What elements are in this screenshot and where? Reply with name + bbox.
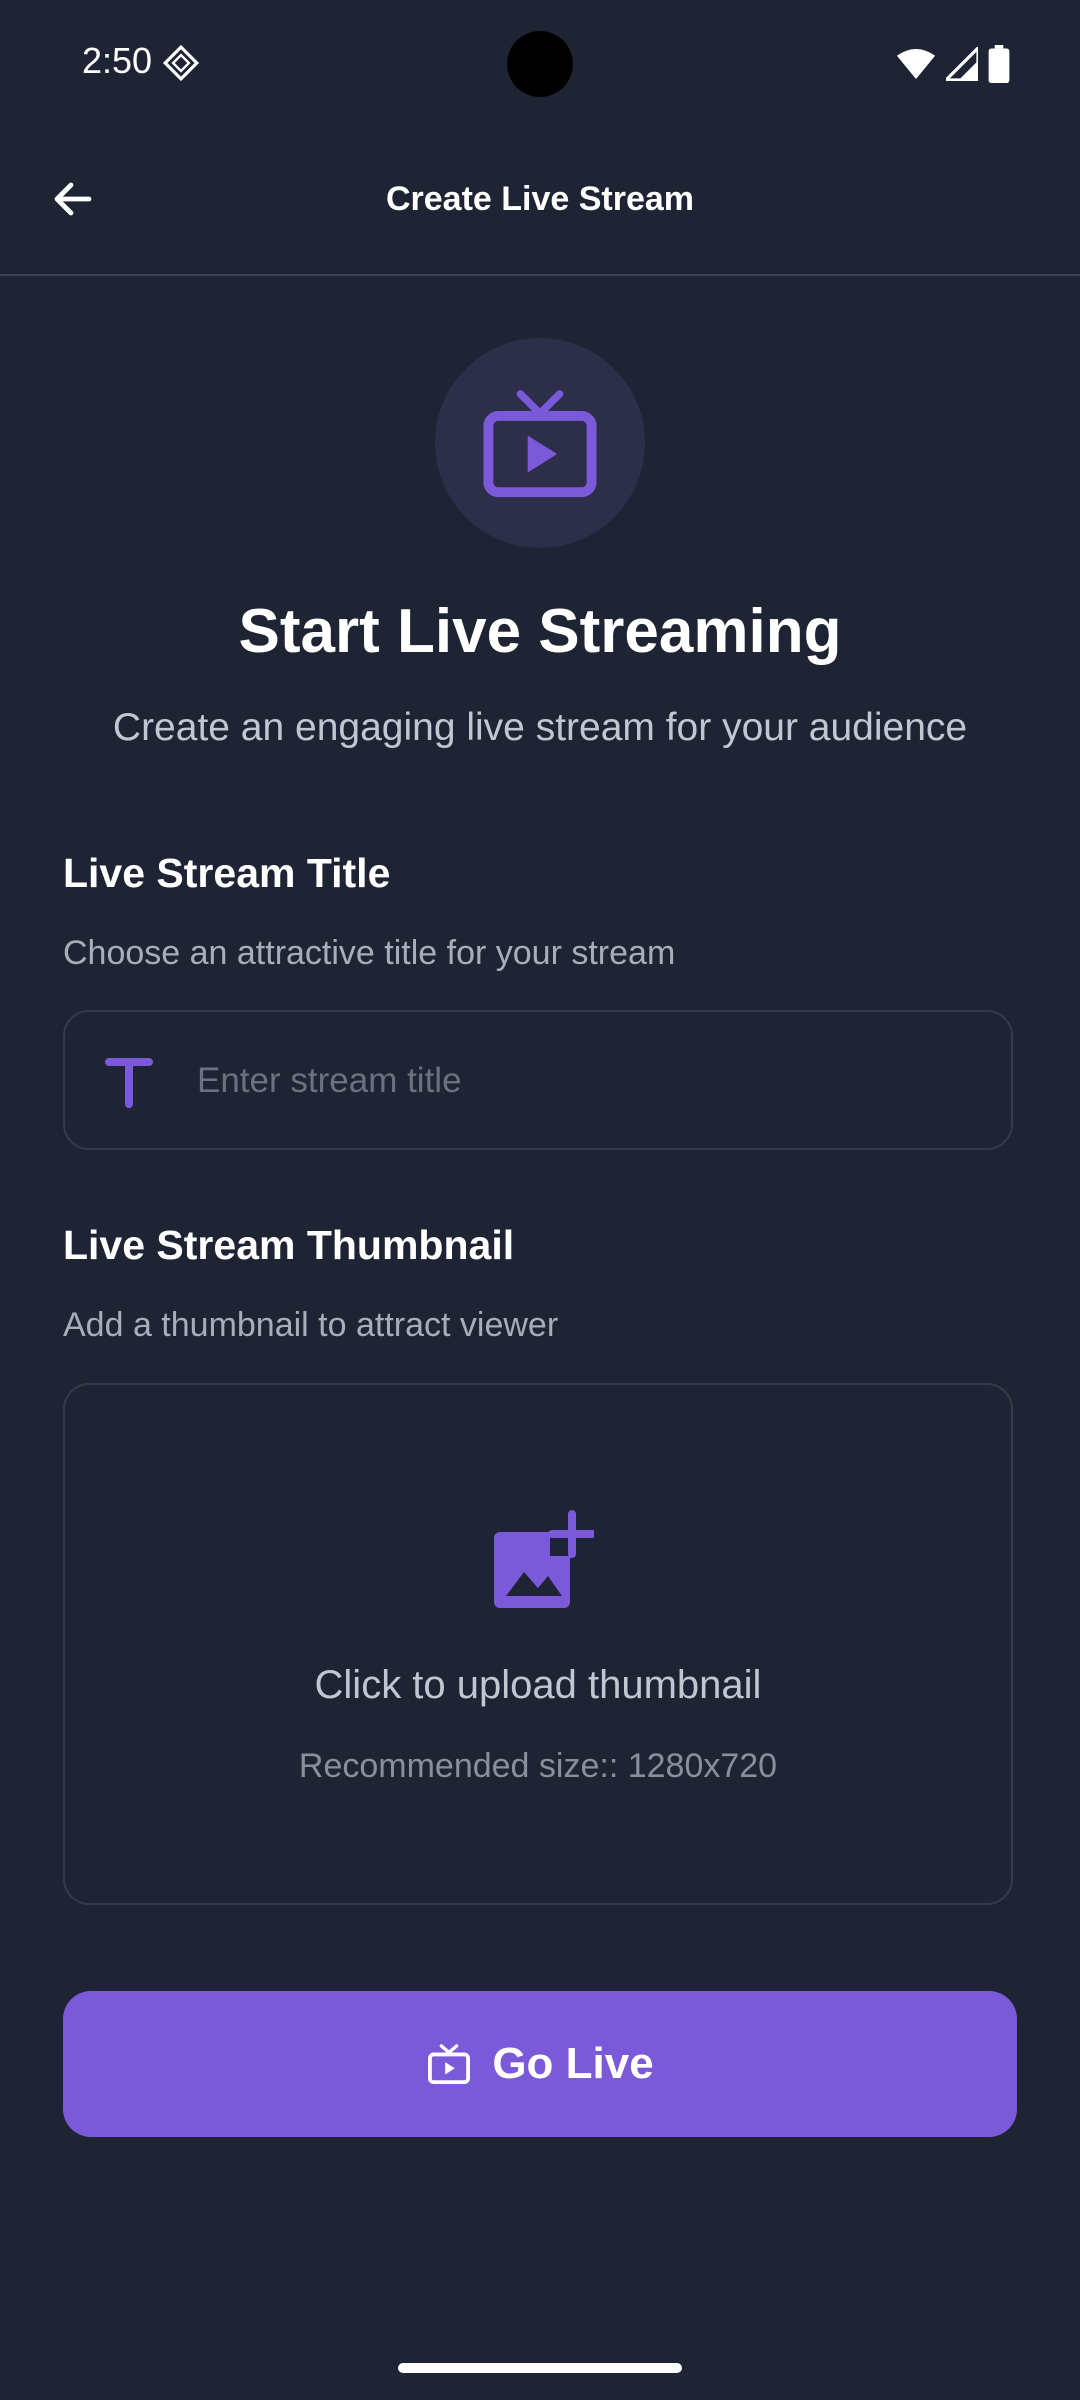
hero-title: Start Live Streaming [238, 597, 842, 666]
stream-title-input[interactable] [195, 1012, 979, 1150]
tv-play-icon [428, 2044, 471, 2085]
thumbnail-section-label: Live Stream Thumbnail [63, 1222, 515, 1268]
home-indicator[interactable] [398, 2363, 682, 2373]
status-icons [896, 44, 1010, 84]
stream-title-field[interactable] [63, 1010, 1013, 1150]
signal-icon [946, 47, 978, 81]
upload-size-hint: Recommended size:: 1280x720 [298, 1747, 778, 1785]
upload-text: Click to upload thumbnail [314, 1663, 762, 1707]
app-bar: Create Live Stream [0, 130, 1080, 276]
notification-diamond-icon [162, 44, 200, 82]
status-bar: 2:50 [0, 0, 1080, 130]
title-section-label: Live Stream Title [63, 850, 391, 896]
add-photo-icon [494, 1510, 594, 1608]
thumbnail-upload-area[interactable]: Click to upload thumbnail Recommended si… [63, 1383, 1013, 1905]
wifi-icon [896, 49, 936, 79]
go-live-button[interactable]: Go Live [63, 1991, 1017, 2137]
battery-icon [988, 45, 1010, 83]
title-section-hint: Choose an attractive title for your stre… [63, 934, 676, 972]
hero-icon-circle [435, 338, 645, 548]
go-live-label: Go Live [492, 2039, 654, 2088]
camera-cutout [507, 31, 573, 97]
thumbnail-section-hint: Add a thumbnail to attract viewer [63, 1306, 559, 1344]
page-title: Create Live Stream [385, 180, 695, 218]
text-t-icon [105, 1058, 153, 1108]
hero-subtitle: Create an engaging live stream for your … [112, 706, 968, 749]
status-time: 2:50 [82, 40, 153, 81]
tv-play-icon [483, 390, 597, 498]
